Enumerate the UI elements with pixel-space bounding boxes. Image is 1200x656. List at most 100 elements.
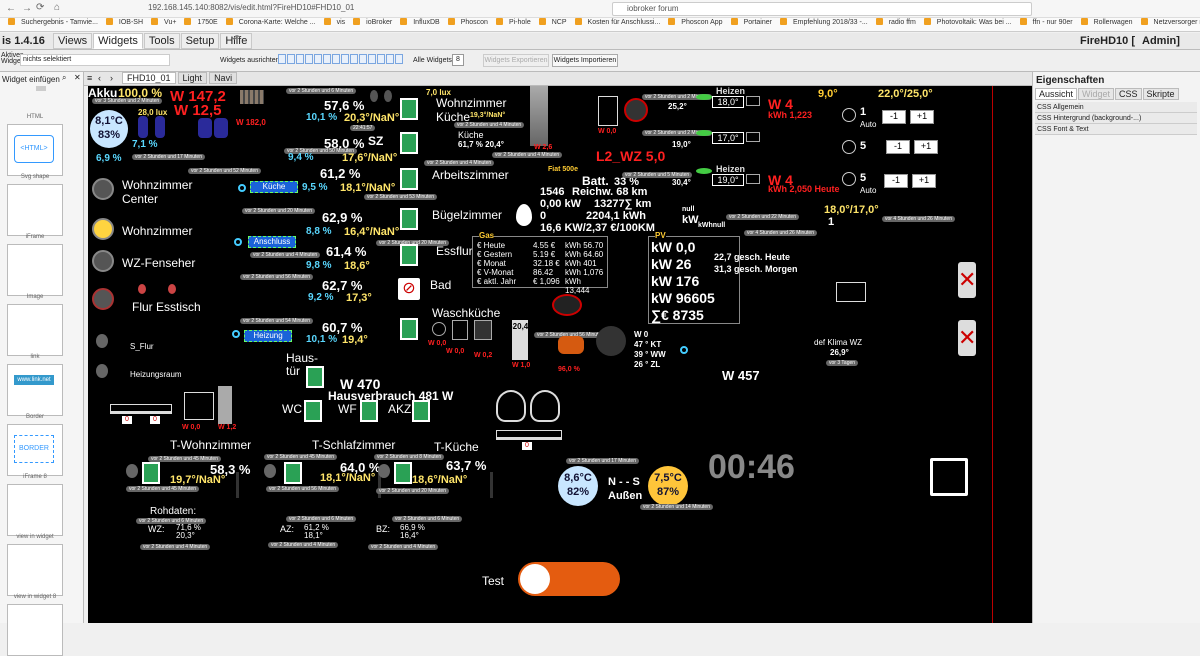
tab-view-navi[interactable]: Navi [209,72,238,84]
bookmark-item[interactable]: vis [320,18,345,26]
close-icon[interactable]: ✕ [74,73,81,82]
door-icon[interactable] [400,168,418,190]
lamp-icon[interactable] [384,90,392,102]
bookmark-item[interactable]: Portainer [727,18,772,26]
test-toggle[interactable] [518,562,620,596]
lamp-icon[interactable] [264,464,276,478]
door-icon[interactable] [360,400,378,422]
bookmark-item[interactable]: radio ffm [872,18,916,26]
bookmark-item[interactable]: Corona-Karte: Welche ... [222,18,316,26]
align-icon[interactable] [350,54,358,64]
widget-html[interactable]: <HTML> [7,124,63,176]
bookmark-item[interactable]: Netzversorger meldet ... [1137,18,1200,26]
menu-icon[interactable]: ≡ [87,73,92,83]
bookmark-item[interactable]: Phoscon [444,18,488,26]
lamp-icon[interactable] [378,464,390,478]
bookmark-item[interactable]: IOB-SH [102,18,143,26]
menu-setup[interactable]: Setup [180,33,220,49]
widget-image[interactable] [7,304,63,356]
align-icon[interactable] [377,54,385,64]
tab-prev-icon[interactable]: ‹ [98,73,101,83]
door-icon[interactable] [400,132,418,154]
widget-view-in-widget[interactable] [7,544,63,596]
import-widgets-button[interactable]: Widgets Importieren [552,54,618,67]
align-icon[interactable] [287,54,295,64]
no-entry-icon[interactable]: ⊘ [398,278,420,300]
kueche-button[interactable]: Küche [250,181,298,193]
align-icon[interactable] [332,54,340,64]
bookmark-item[interactable]: Phoscon App [664,18,723,26]
undo-icon[interactable]: ↶ [232,34,240,45]
search-icon[interactable]: ⌕ [62,73,66,83]
setpoint-display[interactable]: 18,0° [712,96,744,108]
door-icon[interactable] [400,244,418,266]
door-icon[interactable] [304,400,322,422]
bookmark-item[interactable]: Pi-hole [492,18,531,26]
export-widgets-button[interactable]: Widgets Exportieren [483,54,549,67]
align-icon[interactable] [305,54,313,64]
setpoint-display[interactable]: 19,0° [712,174,744,186]
lamp-icon[interactable] [96,334,108,348]
bookmark-item[interactable]: Vu+ [147,18,176,26]
door-icon[interactable] [394,462,412,484]
door-icon[interactable] [142,462,160,484]
tab-aussicht[interactable]: Aussicht [1035,88,1078,100]
widget-link[interactable]: www.link.net [7,364,63,416]
setpoint-display[interactable]: 17,0° [712,132,744,144]
window-icon[interactable] [930,458,968,496]
tab-css[interactable]: CSS [1115,88,1142,100]
menu-views[interactable]: Views [53,33,93,49]
plus-button[interactable]: +1 [910,110,934,124]
door-icon[interactable] [306,366,324,388]
bookmark-item[interactable]: Suchergebnis - Tamvie... [4,18,98,26]
plus-button[interactable]: +1 [914,140,938,154]
bookmark-item[interactable]: 1750E [180,18,218,26]
align-icon[interactable] [278,54,286,64]
tab-skripte[interactable]: Skripte [1142,88,1179,100]
reload-icon[interactable]: ⟳ [36,2,44,13]
all-widgets-count[interactable]: 8 [452,54,464,66]
menu-tools[interactable]: Tools [143,33,180,49]
back-icon[interactable]: ← [6,3,16,14]
align-icon[interactable] [395,54,403,64]
tab-widget[interactable]: Widget [1078,88,1115,100]
align-icon[interactable] [323,54,331,64]
light-bulb-icon[interactable] [92,178,114,200]
widget-svg-shape[interactable] [7,184,63,236]
tab-view-fhd10_01[interactable]: FHD10_01 [122,72,176,84]
widget-border[interactable]: BORDER [7,424,63,476]
plus-button[interactable]: +1 [912,174,936,188]
align-icon[interactable] [386,54,394,64]
heizung-button[interactable]: Heizung [244,330,292,342]
widget-view-in-widget-8[interactable] [7,604,63,656]
lamp-icon[interactable] [96,364,108,378]
user-name[interactable]: Admin] [1142,35,1180,47]
fan-icon[interactable] [842,108,856,122]
door-icon[interactable] [400,318,418,340]
bookmark-item[interactable]: ioBroker [349,18,392,26]
bookmark-item[interactable]: NCP [535,18,567,26]
search-input[interactable]: iobroker forum [612,2,1032,16]
toggle-knob[interactable] [520,564,550,594]
tab-view-light[interactable]: Light [177,72,208,84]
minus-button[interactable]: -1 [884,174,908,188]
anschluss-button[interactable]: Anschluss [248,236,296,248]
bookmark-item[interactable]: Photovoltaik: Was bei ... [920,18,1012,26]
fan-icon[interactable] [842,172,856,186]
align-icon[interactable] [359,54,367,64]
lamp-icon[interactable] [168,284,176,294]
address-bar[interactable]: 192.168.145.140:8082/vis/edit.html?FireH… [148,3,448,15]
fan-icon[interactable] [842,140,856,154]
door-icon[interactable] [284,462,302,484]
bookmark-item[interactable]: Empfehlung 2018/33 -... [776,18,868,26]
align-icon[interactable] [341,54,349,64]
active-widget-select[interactable]: nichts selektiert [20,54,170,66]
bookmark-item[interactable]: Rollerwagen [1077,18,1133,26]
light-bulb-icon[interactable] [92,218,114,240]
door-icon[interactable] [400,98,418,120]
scroll-up-icon[interactable] [36,86,46,91]
bookmark-item[interactable]: InfluxDB [396,18,440,26]
lamp-icon[interactable] [138,284,146,294]
lamp-icon[interactable] [126,464,138,478]
light-bulb-icon[interactable] [92,288,114,310]
